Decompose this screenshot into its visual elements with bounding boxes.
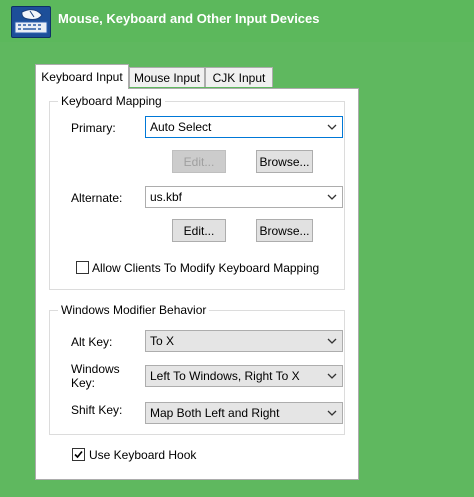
primary-browse-button[interactable]: Browse... [256, 150, 313, 173]
group-title: Windows Modifier Behavior [58, 303, 210, 317]
primary-dropdown[interactable]: Auto Select [145, 116, 343, 138]
title-bar: Mouse, Keyboard and Other Input Devices [0, 0, 474, 42]
alternate-browse-button[interactable]: Browse... [256, 219, 313, 242]
allow-clients-checkbox[interactable] [76, 261, 89, 274]
tab-panel-keyboard-input: Keyboard Mapping Primary: Auto Select Ed… [35, 88, 359, 480]
alternate-edit-button[interactable]: Edit... [172, 219, 226, 242]
windows-key-value: Left To Windows, Right To X [150, 369, 300, 383]
use-keyboard-hook-label: Use Keyboard Hook [89, 448, 197, 462]
windows-key-dropdown[interactable]: Left To Windows, Right To X [145, 365, 343, 387]
chevron-down-icon [327, 336, 337, 346]
windows-key-label-line1: Windows [71, 362, 120, 376]
alternate-value: us.kbf [150, 190, 183, 204]
shift-key-label: Shift Key: [71, 403, 123, 417]
chevron-down-icon [327, 192, 337, 202]
alternate-dropdown[interactable]: us.kbf [145, 186, 343, 208]
shift-key-dropdown[interactable]: Map Both Left and Right [145, 402, 343, 424]
tab-keyboard-input[interactable]: Keyboard Input [35, 64, 129, 89]
windows-key-label-line2: Key: [71, 376, 96, 390]
primary-edit-button[interactable]: Edit... [172, 150, 226, 173]
checkmark-icon [74, 450, 83, 459]
chevron-down-icon [327, 408, 337, 418]
use-keyboard-hook-checkbox[interactable] [72, 448, 85, 461]
primary-label: Primary: [71, 121, 116, 135]
window-title: Mouse, Keyboard and Other Input Devices [58, 11, 320, 26]
shift-key-value: Map Both Left and Right [150, 406, 280, 420]
alt-key-label: Alt Key: [71, 335, 113, 349]
tab-label: CJK Input [212, 71, 266, 85]
alternate-label: Alternate: [71, 191, 123, 205]
tab-label: Keyboard Input [41, 70, 123, 84]
alt-key-dropdown[interactable]: To X [145, 330, 343, 352]
group-title: Keyboard Mapping [58, 94, 165, 108]
tab-label: Mouse Input [133, 71, 201, 85]
tab-mouse-input[interactable]: Mouse Input [129, 67, 205, 87]
mouse-keyboard-icon [11, 6, 51, 38]
alt-key-value: To X [150, 334, 175, 348]
tab-cjk-input[interactable]: CJK Input [205, 67, 273, 87]
chevron-down-icon [327, 122, 337, 132]
primary-value: Auto Select [150, 120, 212, 134]
allow-clients-label: Allow Clients To Modify Keyboard Mapping [92, 261, 320, 275]
chevron-down-icon [327, 371, 337, 381]
